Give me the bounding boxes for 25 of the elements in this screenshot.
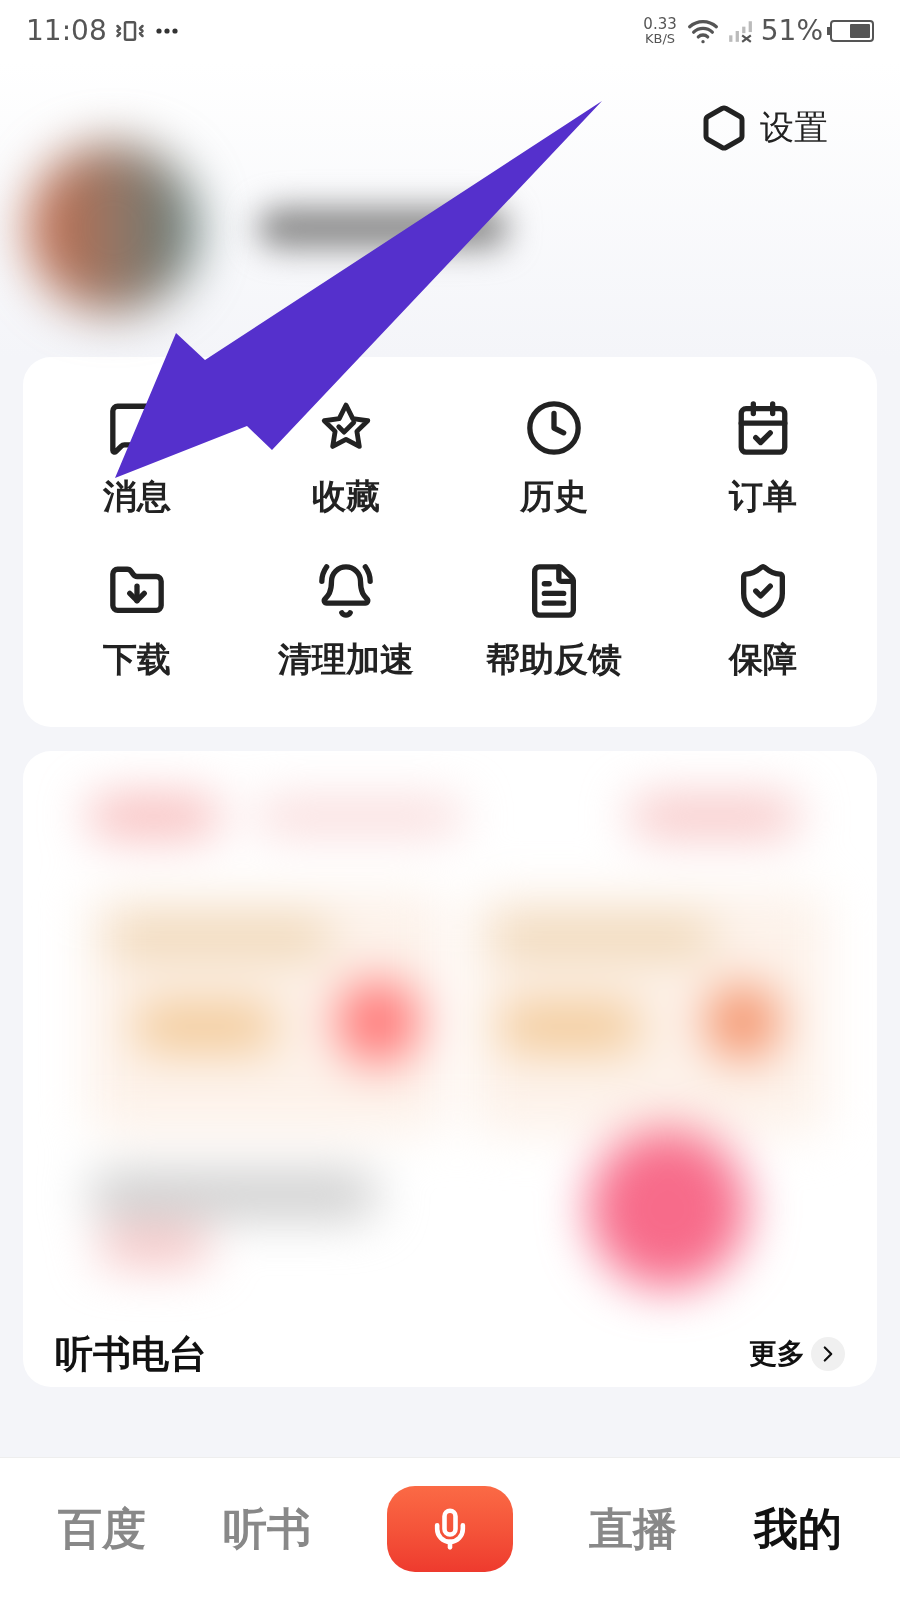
more-icon <box>154 28 179 34</box>
shortcut-item[interactable]: 帮助反馈 <box>450 562 659 685</box>
chevron-right-icon <box>811 1337 845 1371</box>
shortcut-item[interactable]: 订单 <box>658 399 867 522</box>
clock-icon <box>525 399 584 457</box>
voice-button[interactable] <box>386 1486 513 1572</box>
bell-icon <box>316 562 375 620</box>
nav-tab[interactable]: 我的 <box>753 1496 842 1562</box>
section-title: 听书电台 <box>55 1330 207 1378</box>
shortcut-item[interactable]: 保障 <box>658 562 867 685</box>
battery-percent: 51% <box>760 13 823 49</box>
shortcut-item[interactable]: 下载 <box>33 562 242 685</box>
shortcut-item[interactable]: 收藏 <box>241 399 450 522</box>
signal-icon <box>726 18 753 44</box>
shortcut-item[interactable]: 清理加速 <box>241 562 450 685</box>
settings-button[interactable]: 设置 <box>700 102 828 153</box>
speed-unit: KB/S <box>645 32 676 45</box>
shortcut-item[interactable]: 历史 <box>450 399 659 522</box>
nav-tab[interactable]: 听书 <box>222 1496 311 1562</box>
nav-tab[interactable]: 直播 <box>589 1496 678 1562</box>
nav-tab[interactable]: 百度 <box>58 1496 147 1562</box>
clock-time: 11:08 <box>26 13 107 49</box>
more-link[interactable]: 更多 <box>749 1333 845 1375</box>
network-speed: 0.33 <box>643 17 677 32</box>
battery-icon <box>827 20 874 42</box>
